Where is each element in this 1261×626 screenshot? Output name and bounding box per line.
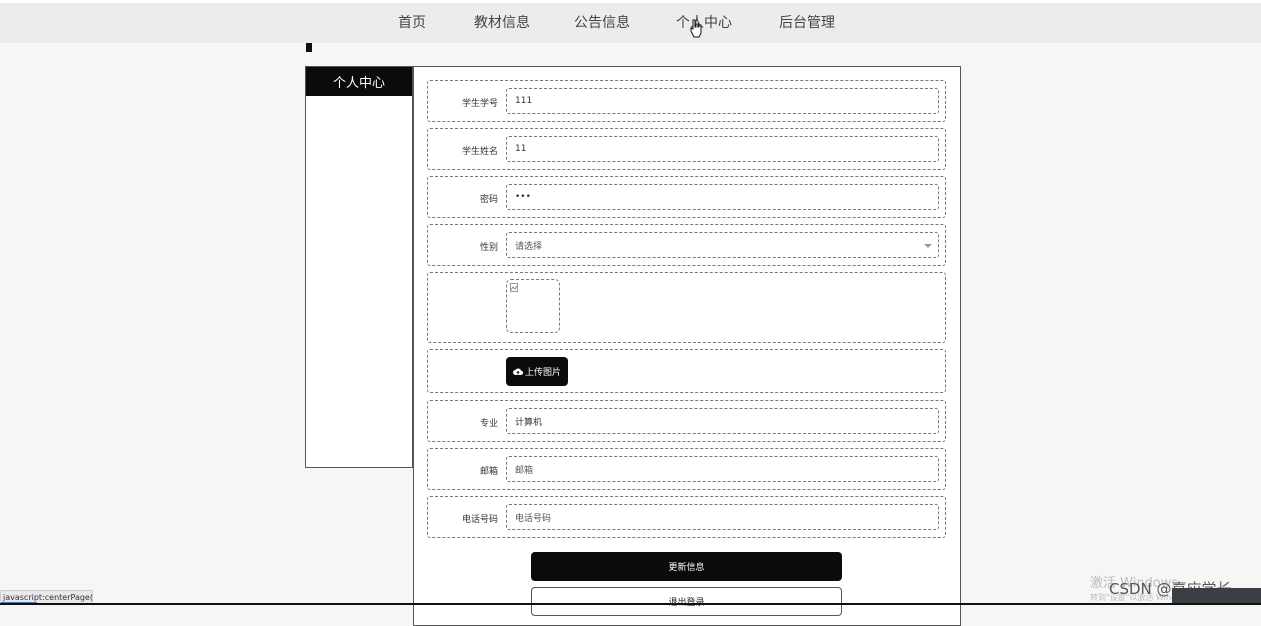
row-password: 密码 ••• xyxy=(427,176,946,218)
row-student-name: 学生姓名 11 xyxy=(427,128,946,170)
student-id-input[interactable]: 111 xyxy=(506,88,939,114)
student-name-input[interactable]: 11 xyxy=(506,136,939,162)
row-major: 专业 计算机 xyxy=(427,400,946,442)
profile-form-panel: 学生学号 111 学生姓名 11 密码 ••• 性别 请选择 上传图片 专业 计… xyxy=(413,66,961,626)
nav-item-personal-center[interactable]: 个人中心 xyxy=(676,12,732,32)
sidebar-title[interactable]: 个人中心 xyxy=(306,67,412,96)
label-password: 密码 xyxy=(479,195,498,205)
row-student-id: 学生学号 111 xyxy=(427,80,946,122)
avatar-preview[interactable] xyxy=(506,279,560,333)
password-input[interactable]: ••• xyxy=(506,184,939,210)
chevron-down-icon xyxy=(924,244,932,248)
broken-image-icon xyxy=(510,283,518,292)
sidebar: 个人中心 xyxy=(305,66,413,468)
nav-item-textbooks[interactable]: 教材信息 xyxy=(474,12,530,32)
nav-item-admin[interactable]: 后台管理 xyxy=(779,12,835,32)
nav-item-announcements[interactable]: 公告信息 xyxy=(574,12,630,32)
top-navigation: 首页 教材信息 公告信息 个人中心 后台管理 xyxy=(0,0,1261,43)
row-avatar xyxy=(427,272,946,343)
nav-item-home[interactable]: 首页 xyxy=(398,12,426,32)
hand-pointer-icon xyxy=(690,19,702,38)
label-major: 专业 xyxy=(479,419,498,429)
cloud-upload-icon xyxy=(512,367,523,375)
label-student-id: 学生学号 xyxy=(461,99,498,109)
row-gender: 性别 请选择 xyxy=(427,224,946,266)
label-student-name: 学生姓名 xyxy=(461,147,498,157)
major-input[interactable]: 计算机 xyxy=(506,408,939,434)
status-url: javascript:centerPage(); xyxy=(3,593,93,602)
upload-image-label: 上传图片 xyxy=(524,368,561,378)
row-upload: 上传图片 xyxy=(427,349,946,393)
gender-select-value: 请选择 xyxy=(515,241,543,252)
gender-select[interactable]: 请选择 xyxy=(506,232,939,258)
text-caret xyxy=(306,43,312,52)
row-phone: 电话号码 电话号码 xyxy=(427,496,946,538)
row-email: 邮箱 邮箱 xyxy=(427,448,946,490)
label-email: 邮箱 xyxy=(479,467,498,477)
logout-button[interactable]: 退出登录 xyxy=(531,587,842,616)
upload-image-button[interactable]: 上传图片 xyxy=(506,357,568,386)
phone-input[interactable]: 电话号码 xyxy=(506,504,939,530)
email-input[interactable]: 邮箱 xyxy=(506,456,939,482)
update-info-button[interactable]: 更新信息 xyxy=(531,552,842,581)
label-phone: 电话号码 xyxy=(461,515,498,525)
label-gender: 性别 xyxy=(479,243,498,253)
